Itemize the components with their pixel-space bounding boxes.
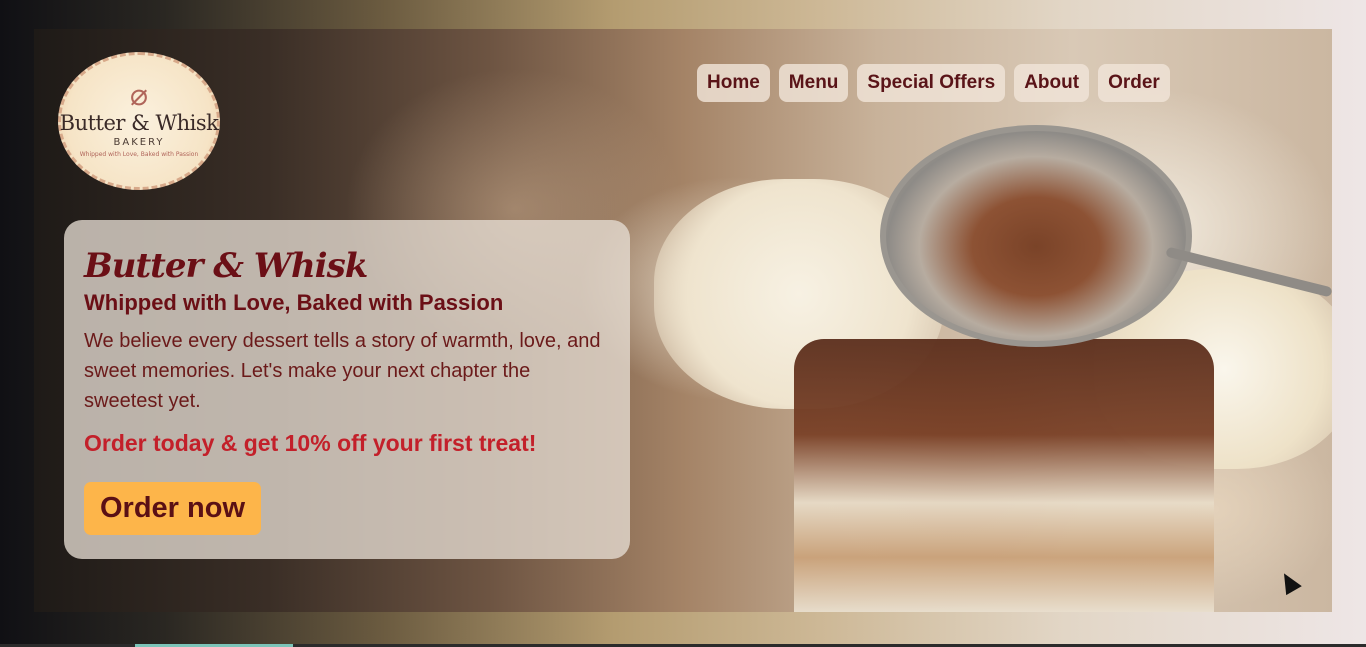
main-nav: Home Menu Special Offers About Order [697, 64, 1170, 102]
promo-text: Order today & get 10% off your first tre… [84, 430, 537, 456]
sieve-image [880, 125, 1192, 347]
nav-special-offers[interactable]: Special Offers [857, 64, 1006, 102]
whisk-icon: ⌀ [129, 77, 149, 113]
hero-tagline: Whipped with Love, Baked with Passion [84, 290, 504, 315]
bakery-logo[interactable]: ⌀ Butter & Whisk BAKERY Whipped with Lov… [58, 52, 220, 190]
logo-tagline: Whipped with Love, Baked with Passion [79, 150, 199, 158]
nav-home[interactable]: Home [697, 64, 770, 102]
logo-name: Butter & Whisk [59, 110, 219, 135]
logo-subtitle: BAKERY [113, 136, 165, 148]
nav-about[interactable]: About [1014, 64, 1090, 102]
nav-menu[interactable]: Menu [778, 64, 849, 102]
hero-title: Butter & Whisk [84, 246, 368, 286]
order-now-button[interactable]: Order now [84, 482, 262, 535]
nav-order[interactable]: Order [1098, 64, 1170, 102]
hero-description: We believe every dessert tells a story o… [84, 330, 601, 412]
hero-card: Butter & Whisk Whipped with Love, Baked … [64, 220, 630, 559]
tiramisu-image [794, 339, 1214, 612]
